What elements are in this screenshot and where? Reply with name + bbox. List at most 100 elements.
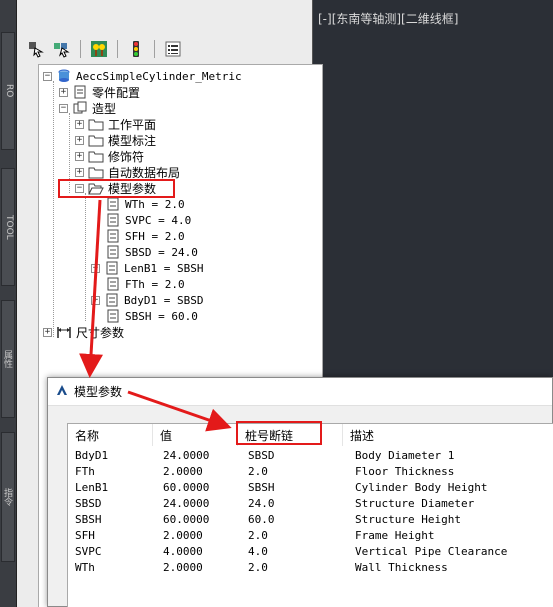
tree-node-work-plane[interactable]: + 工作平面 [75, 116, 156, 132]
cell-description: Structure Height [355, 513, 461, 526]
tree-param-item[interactable]: WTh = 2.0 [105, 196, 185, 212]
parameter-icon [104, 261, 120, 275]
cell-value: 24.0000 [163, 497, 210, 510]
expand-icon[interactable]: + [43, 327, 52, 337]
parameter-icon [105, 277, 121, 291]
param-label: SVPC = 4.0 [125, 213, 192, 227]
param-label: SBSH = 60.0 [125, 309, 198, 323]
tree-node-model-dimension[interactable]: + 模型标注 [75, 132, 156, 148]
cell-value: 24.0000 [163, 449, 210, 462]
cell-name: SBSH [75, 513, 102, 526]
tree-node-part-config[interactable]: + 零件配置 [59, 84, 140, 100]
expand-icon[interactable]: + [75, 151, 84, 161]
traffic-light-icon[interactable] [125, 38, 147, 60]
param-label: SFH = 2.0 [125, 229, 185, 243]
collapse-icon[interactable]: − [59, 103, 68, 113]
cell-station: 2.0 [248, 529, 268, 542]
cell-value: 2.0000 [163, 529, 203, 542]
autocad-logo-icon [56, 384, 68, 399]
tree-label: 修饰符 [108, 149, 145, 164]
folder-icon [88, 117, 104, 131]
tree-param-item[interactable]: SFH = 2.0 [105, 228, 185, 244]
tree-param-item[interactable]: SBSD = 24.0 [105, 244, 198, 260]
table-row[interactable]: BdyD1 24.0000 SBSD Body Diameter 1 [68, 448, 553, 464]
document-icon [72, 85, 88, 99]
cell-description: Structure Diameter [355, 497, 475, 510]
list-icon[interactable] [162, 38, 184, 60]
tree-node-root[interactable]: − AeccSimpleCylinder_Metric [43, 68, 242, 84]
tree-node-modeling[interactable]: − 造型 [59, 100, 116, 116]
tree-param-item[interactable]: + LenB1 = SBSH [91, 260, 203, 276]
annotation-highlight-column [236, 421, 322, 445]
cell-value: 4.0000 [163, 545, 203, 558]
parameter-icon [105, 213, 121, 227]
model-params-dialog: 模型参数 名称 值 桩号断链 描述 BdyD1 24.0000 SBSD Bod… [47, 377, 553, 607]
cell-station: 60.0 [248, 513, 275, 526]
table-row[interactable]: SVPC 4.0000 4.0 Vertical Pipe Clearance [68, 544, 553, 560]
assembly-icon[interactable] [25, 38, 47, 60]
tree-connector [53, 81, 54, 337]
tree-param-item[interactable]: FTh = 2.0 [105, 276, 185, 292]
tree-param-item[interactable]: SBSH = 60.0 [105, 308, 198, 324]
annotation-highlight-tree [58, 179, 175, 198]
expand-icon[interactable]: + [91, 263, 100, 273]
tree-label: 模型标注 [108, 133, 157, 148]
tree-label: 零件配置 [92, 85, 141, 100]
tree-label: 工作平面 [108, 117, 157, 132]
collapse-icon[interactable]: − [43, 71, 52, 81]
tree-connector [85, 193, 86, 321]
table-row[interactable]: WTh 2.0000 2.0 Wall Thickness [68, 560, 553, 576]
expand-icon[interactable]: + [59, 87, 68, 97]
column-header-value[interactable]: 值 [153, 424, 238, 446]
tree-param-item[interactable]: + BdyD1 = SBSD [91, 292, 203, 308]
side-tab-2[interactable]: 属性 [1, 300, 15, 418]
tree-node-auto-layout[interactable]: + 自动数据布局 [75, 164, 180, 180]
tree-node-size-params[interactable]: + 尺寸参数 [43, 324, 124, 340]
tree-icon[interactable] [88, 38, 110, 60]
toolbar-separator [80, 40, 81, 58]
side-tab-3[interactable]: 指令 [1, 432, 15, 562]
table-row[interactable]: LenB1 60.0000 SBSH Cylinder Body Height [68, 480, 553, 496]
cell-station: SBSH [248, 481, 275, 494]
cell-station: 2.0 [248, 465, 268, 478]
cell-name: SVPC [75, 545, 102, 558]
expand-icon[interactable]: + [75, 167, 84, 177]
table-row[interactable]: FTh 2.0000 2.0 Floor Thickness [68, 464, 553, 480]
expand-icon[interactable]: + [91, 295, 100, 305]
palette-toolbar [21, 36, 321, 62]
cell-station: 4.0 [248, 545, 268, 558]
column-header-name[interactable]: 名称 [68, 424, 153, 446]
cell-value: 2.0000 [163, 465, 203, 478]
table-row[interactable]: SBSH 60.0000 60.0 Structure Height [68, 512, 553, 528]
param-label: LenB1 = SBSH [124, 261, 204, 275]
folder-icon [88, 149, 104, 163]
expand-icon[interactable]: + [75, 119, 84, 129]
parameter-icon [105, 309, 121, 323]
dialog-titlebar[interactable]: 模型参数 [48, 378, 552, 406]
table-row[interactable]: SBSD 24.0000 24.0 Structure Diameter [68, 496, 553, 512]
param-label: FTh = 2.0 [125, 277, 185, 291]
cell-description: Floor Thickness [355, 465, 455, 478]
tree-param-item[interactable]: SVPC = 4.0 [105, 212, 191, 228]
expand-icon[interactable]: + [75, 135, 84, 145]
column-header-description[interactable]: 描述 [343, 424, 553, 446]
parameter-icon [105, 197, 121, 211]
cell-name: BdyD1 [75, 449, 109, 462]
tree-label: 自动数据布局 [108, 165, 181, 180]
parameter-icon [105, 229, 121, 243]
cell-name: FTh [75, 465, 95, 478]
folder-icon [88, 133, 104, 147]
cell-name: LenB1 [75, 481, 109, 494]
dimension-icon [56, 325, 72, 339]
cell-station: SBSD [248, 449, 275, 462]
cell-description: Cylinder Body Height [355, 481, 488, 494]
cell-station: 2.0 [248, 561, 268, 574]
toolbar-separator [117, 40, 118, 58]
tree-node-modifier[interactable]: + 修饰符 [75, 148, 144, 164]
side-tab-0[interactable]: RO [1, 32, 15, 150]
side-tab-1[interactable]: TOOL [1, 168, 15, 286]
viewport-title[interactable]: [-][东南等轴测][二维线框] [318, 10, 458, 27]
assembly-cursor-icon[interactable] [51, 38, 73, 60]
toolbar-separator [154, 40, 155, 58]
table-row[interactable]: SFH 2.0000 2.0 Frame Height [68, 528, 553, 544]
